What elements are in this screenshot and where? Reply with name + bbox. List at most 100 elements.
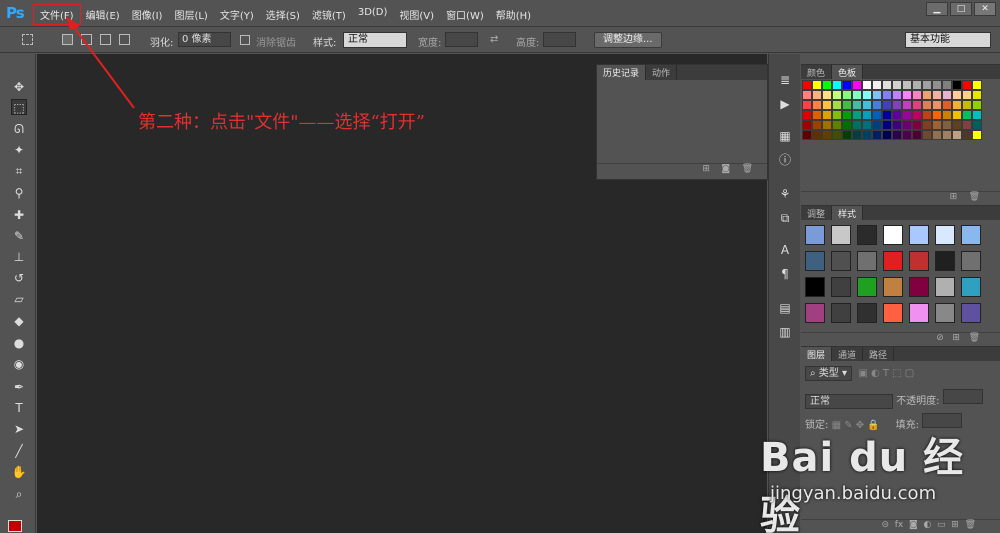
style-preset[interactable] (805, 225, 825, 245)
menu-select[interactable]: 选择(S) (260, 5, 306, 24)
swap-icon[interactable]: ⇄ (490, 34, 498, 45)
trash-icon[interactable]: 🗑 (742, 164, 753, 174)
color-swatch[interactable] (812, 110, 822, 120)
color-swatch[interactable] (972, 90, 982, 100)
brush-presets-icon[interactable]: ⚘ (777, 186, 793, 202)
color-swatch[interactable] (832, 130, 842, 140)
new-swatch-icon[interactable]: ⊞ (950, 192, 958, 202)
style-preset[interactable] (935, 251, 955, 271)
style-preset[interactable] (961, 225, 981, 245)
style-preset[interactable] (961, 277, 981, 297)
tool-presets-icon[interactable]: ▦ (777, 128, 793, 144)
color-swatch[interactable] (952, 110, 962, 120)
menu-type[interactable]: 文字(Y) (214, 5, 260, 24)
color-swatch[interactable] (922, 110, 932, 120)
style-preset[interactable] (883, 277, 903, 297)
color-swatch[interactable] (812, 100, 822, 110)
color-swatch[interactable] (862, 90, 872, 100)
style-preset[interactable] (831, 251, 851, 271)
tab-paths[interactable]: 路径 (863, 347, 895, 361)
color-swatch[interactable] (922, 120, 932, 130)
color-swatch[interactable] (892, 120, 902, 130)
color-swatch[interactable] (862, 110, 872, 120)
menu-window[interactable]: 窗口(W) (440, 5, 490, 24)
color-swatch[interactable] (912, 110, 922, 120)
color-swatch[interactable] (892, 80, 902, 90)
color-swatch[interactable] (892, 100, 902, 110)
style-preset[interactable] (805, 303, 825, 323)
style-preset[interactable] (961, 251, 981, 271)
line-tool-icon[interactable]: ╱ (11, 443, 27, 459)
style-preset[interactable] (805, 251, 825, 271)
width-input[interactable] (445, 32, 478, 47)
color-swatch[interactable] (882, 90, 892, 100)
color-swatch[interactable] (932, 120, 942, 130)
antialias-checkbox[interactable] (240, 35, 250, 45)
color-swatch[interactable] (912, 90, 922, 100)
color-swatch[interactable] (922, 80, 932, 90)
color-swatch[interactable] (842, 100, 852, 110)
color-swatch[interactable] (802, 100, 812, 110)
color-swatch[interactable] (872, 90, 882, 100)
color-swatch[interactable] (812, 120, 822, 130)
menu-view[interactable]: 视图(V) (393, 5, 440, 24)
paragraph-panel-icon[interactable]: ¶ (777, 266, 793, 282)
style-preset[interactable] (935, 277, 955, 297)
color-swatch[interactable] (882, 110, 892, 120)
color-swatch[interactable] (952, 90, 962, 100)
style-preset[interactable] (831, 225, 851, 245)
color-swatch[interactable] (862, 80, 872, 90)
refine-edge-button[interactable]: 调整边缘... (594, 32, 662, 48)
info-panel-icon[interactable]: ⓘ (777, 152, 793, 168)
color-swatch[interactable] (892, 130, 902, 140)
color-swatch[interactable] (912, 120, 922, 130)
dodge-tool-icon[interactable]: ◉ (11, 356, 27, 372)
color-swatch[interactable] (932, 130, 942, 140)
blur-tool-icon[interactable]: ● (11, 335, 27, 351)
style-preset[interactable] (857, 277, 877, 297)
color-swatch[interactable] (892, 110, 902, 120)
path-selection-tool-icon[interactable]: ➤ (11, 421, 27, 437)
color-swatch[interactable] (852, 120, 862, 130)
color-swatch[interactable] (852, 90, 862, 100)
style-preset[interactable] (909, 303, 929, 323)
color-swatch[interactable] (802, 120, 812, 130)
color-swatch[interactable] (902, 100, 912, 110)
character-panel-icon[interactable]: A (777, 242, 793, 258)
style-preset[interactable] (935, 225, 955, 245)
color-swatch[interactable] (922, 90, 932, 100)
menu-3d[interactable]: 3D(D) (352, 5, 394, 24)
color-swatch[interactable] (902, 110, 912, 120)
style-preset[interactable] (909, 251, 929, 271)
snapshot-icon[interactable]: ◙ (721, 164, 730, 174)
color-swatch[interactable] (832, 120, 842, 130)
menu-filter[interactable]: 滤镜(T) (306, 5, 352, 24)
color-swatch[interactable] (882, 80, 892, 90)
color-swatch[interactable] (962, 110, 972, 120)
color-swatch[interactable] (822, 80, 832, 90)
new-style-icon[interactable]: ⊞ (952, 333, 960, 343)
color-swatch[interactable] (872, 80, 882, 90)
color-swatch[interactable] (812, 130, 822, 140)
color-swatch[interactable] (802, 80, 812, 90)
color-swatch[interactable] (852, 130, 862, 140)
color-swatch[interactable] (902, 120, 912, 130)
color-swatch[interactable] (962, 90, 972, 100)
color-swatch[interactable] (962, 80, 972, 90)
color-swatch[interactable] (932, 90, 942, 100)
blend-mode-select[interactable]: 正常 (805, 394, 893, 409)
color-swatch[interactable] (942, 100, 952, 110)
color-swatch[interactable] (942, 130, 952, 140)
color-swatch[interactable] (952, 120, 962, 130)
color-swatch[interactable] (972, 120, 982, 130)
color-swatch[interactable] (872, 120, 882, 130)
height-input[interactable] (543, 32, 576, 47)
color-swatch[interactable] (882, 100, 892, 110)
color-swatch[interactable] (942, 120, 952, 130)
tab-styles[interactable]: 样式 (832, 206, 864, 220)
color-swatch[interactable] (832, 110, 842, 120)
color-swatch[interactable] (942, 110, 952, 120)
tab-adjustments[interactable]: 调整 (801, 206, 833, 220)
style-preset[interactable] (857, 251, 877, 271)
color-swatch[interactable] (842, 130, 852, 140)
